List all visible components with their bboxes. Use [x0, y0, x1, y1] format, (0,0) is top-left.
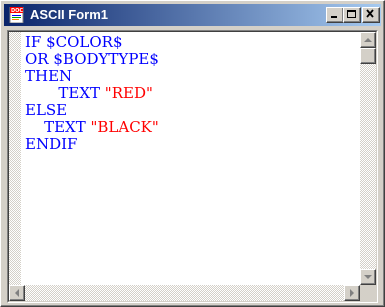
editor-frame: IF $COLOR$ OR $BODYTYPE$ THEN TEXT "RED" EL…: [7, 30, 378, 303]
arrow-right-icon: [350, 289, 354, 297]
vertical-scroll-thumb[interactable]: [360, 48, 376, 64]
code-text[interactable]: IF $COLOR$ OR $BODYTYPE$ THEN TEXT "RED" EL…: [25, 34, 159, 153]
string-literal: "RED": [104, 84, 153, 102]
arrow-left-icon: [15, 289, 19, 297]
doc-icon[interactable]: DOC: [9, 6, 25, 24]
code-line: TEXT "BLACK": [25, 119, 159, 136]
scroll-left-button[interactable]: [9, 285, 25, 301]
keyword-token: ELSE: [25, 101, 68, 119]
maximize-button[interactable]: [343, 7, 361, 23]
window-title: ASCII Form1: [30, 7, 109, 22]
editor-gutter: [9, 32, 21, 285]
code-line: IF $COLOR$: [25, 34, 159, 51]
code-line: THEN: [25, 68, 159, 85]
minimize-button[interactable]: [326, 7, 344, 23]
keyword-token: TEXT: [25, 84, 105, 102]
keyword-token: TEXT: [25, 118, 91, 136]
keyword-token: $COLOR$: [46, 33, 123, 51]
title-bar[interactable]: DOC ASCII Form1: [4, 4, 381, 26]
minimize-icon: [331, 16, 337, 18]
scroll-right-button[interactable]: [344, 285, 360, 301]
scroll-down-button[interactable]: [360, 269, 376, 285]
string-literal: "BLACK": [90, 118, 159, 136]
keyword-token: ENDIF: [25, 135, 78, 153]
ascii-form-window: DOC ASCII Form1 IF $COLOR$ OR $BODYTYPE$…: [0, 0, 385, 307]
close-icon: [366, 9, 374, 18]
scrollbar-corner: [360, 285, 376, 301]
close-button[interactable]: [362, 7, 380, 23]
svg-text:DOC: DOC: [11, 8, 23, 14]
arrow-up-icon: [364, 38, 372, 42]
keyword-token: OR: [25, 50, 54, 68]
vertical-scrollbar[interactable]: [360, 32, 376, 285]
editor-area[interactable]: IF $COLOR$ OR $BODYTYPE$ THEN TEXT "RED" EL…: [8, 31, 377, 302]
keyword-token: $BODYTYPE$: [53, 50, 159, 68]
code-line: TEXT "RED": [25, 85, 159, 102]
keyword-token: IF: [25, 33, 47, 51]
maximize-icon: [347, 10, 356, 18]
code-line: ELSE: [25, 102, 159, 119]
keyword-token: THEN: [25, 67, 73, 85]
scroll-up-button[interactable]: [360, 32, 376, 48]
code-line: OR $BODYTYPE$: [25, 51, 159, 68]
horizontal-scrollbar[interactable]: [9, 285, 360, 301]
arrow-down-icon: [364, 275, 372, 279]
code-line: ENDIF: [25, 136, 159, 153]
